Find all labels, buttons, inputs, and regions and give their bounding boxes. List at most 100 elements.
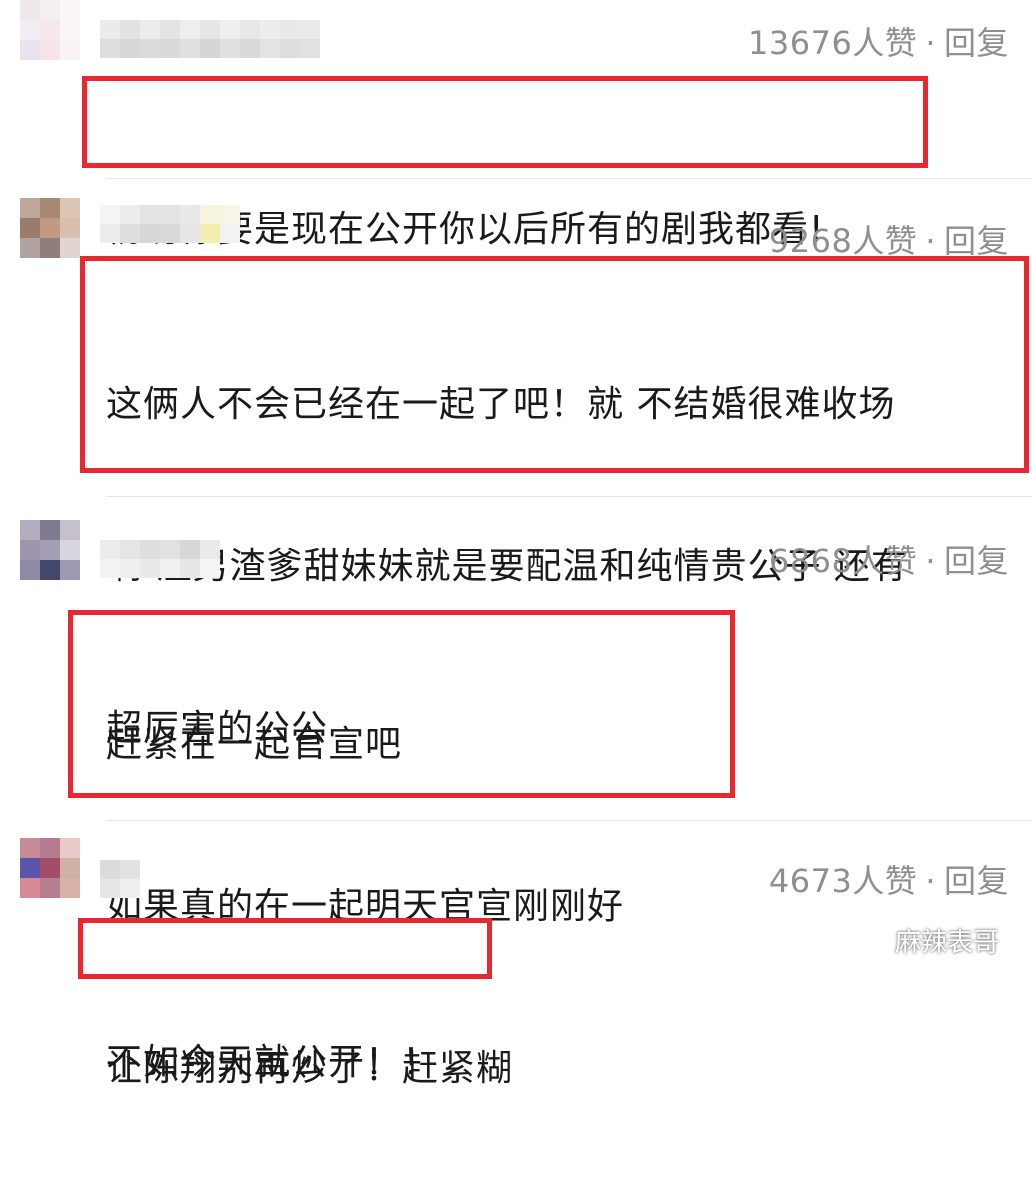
avatar-pixel (20, 838, 40, 858)
username-pixel (200, 205, 220, 224)
divider (106, 820, 1033, 821)
username-pixel (200, 559, 220, 578)
avatar-pixel (60, 198, 80, 218)
username-pixel (300, 39, 320, 58)
divider (106, 496, 1033, 497)
like-count[interactable]: 6868人赞 (769, 542, 917, 580)
username-pixel (100, 540, 120, 559)
username-pixel (120, 39, 140, 58)
comment-meta: 4673人赞 · 回复 (769, 856, 1009, 902)
avatar-pixel (40, 20, 60, 40)
avatar-pixel (40, 0, 60, 20)
username-pixel (140, 20, 160, 39)
username-pixel (160, 20, 180, 39)
avatar[interactable] (20, 838, 80, 898)
username-pixel (220, 224, 240, 243)
avatar-pixel (20, 520, 40, 540)
comment-line: 不如今天就公开！！ (106, 1042, 440, 1083)
username-pixel (140, 540, 160, 559)
username-pixel (100, 20, 120, 39)
avatar-pixel (40, 858, 60, 878)
avatar-pixel (60, 40, 80, 60)
username-pixel (180, 224, 200, 243)
username-blurred[interactable] (100, 860, 140, 898)
avatar-pixel (60, 520, 80, 540)
username-pixel (240, 20, 260, 39)
username-pixel (180, 39, 200, 58)
reply-button[interactable]: 回复 (944, 862, 1009, 900)
comment-line: 这俩人不会已经在一起了吧！就 不结婚很难收场 (106, 384, 896, 425)
username-pixel (120, 224, 140, 243)
like-count[interactable]: 4673人赞 (769, 862, 917, 900)
username-pixel (220, 20, 240, 39)
avatar-pixel (20, 198, 40, 218)
avatar[interactable] (20, 0, 80, 60)
watermark-text: 麻辣表哥 (894, 927, 999, 958)
avatar-pixel (40, 560, 60, 580)
like-count[interactable]: 13676人赞 (748, 24, 917, 62)
reply-button[interactable]: 回复 (944, 24, 1009, 62)
username-pixel (200, 39, 220, 58)
username-blurred[interactable] (100, 205, 240, 243)
username-pixel (300, 20, 320, 39)
username-pixel (200, 20, 220, 39)
separator: · (925, 222, 936, 260)
avatar-pixel (20, 40, 40, 60)
username-pixel (120, 20, 140, 39)
username-pixel (100, 879, 120, 898)
avatar-pixel (40, 238, 60, 258)
reply-button[interactable]: 回复 (944, 542, 1009, 580)
avatar-pixel (60, 838, 80, 858)
username-pixel (120, 860, 140, 879)
avatar-pixel (60, 878, 80, 898)
username-pixel (220, 39, 240, 58)
avatar-pixel (20, 0, 40, 20)
username-pixel (100, 559, 120, 578)
avatar-pixel (20, 560, 40, 580)
username-pixel (180, 205, 200, 224)
divider (106, 178, 1033, 179)
separator: · (925, 24, 936, 62)
avatar-pixel (60, 560, 80, 580)
username-pixel (140, 559, 160, 578)
avatar-pixel (60, 218, 80, 238)
username-pixel (120, 540, 140, 559)
avatar-pixel (60, 0, 80, 20)
username-pixel (180, 559, 200, 578)
avatar-pixel (40, 540, 60, 560)
username-pixel (140, 224, 160, 243)
separator: · (925, 862, 936, 900)
username-pixel (280, 20, 300, 39)
comment-text: 不如今天就公开！！ (106, 928, 439, 1198)
avatar-pixel (20, 878, 40, 898)
username-pixel (100, 860, 120, 879)
avatar-pixel (60, 20, 80, 40)
reply-button[interactable]: 回复 (944, 222, 1009, 260)
avatar-pixel (20, 238, 40, 258)
avatar-pixel (20, 218, 40, 238)
username-pixel (260, 20, 280, 39)
username-pixel (160, 540, 180, 559)
username-blurred[interactable] (100, 20, 320, 58)
watermark: 麻辣表哥 (847, 920, 999, 960)
username-blurred[interactable] (100, 540, 220, 578)
comment-meta: 6868人赞 · 回复 (769, 536, 1009, 582)
username-pixel (180, 540, 200, 559)
username-pixel (160, 39, 180, 58)
like-count[interactable]: 9268人赞 (769, 222, 917, 260)
username-pixel (120, 879, 140, 898)
separator: · (925, 542, 936, 580)
wechat-icon (847, 925, 886, 956)
username-pixel (200, 540, 220, 559)
username-pixel (200, 224, 220, 243)
avatar-pixel (60, 858, 80, 878)
username-pixel (280, 39, 300, 58)
comment-line: 赶紧在一起官宣吧 (106, 724, 403, 765)
avatar[interactable] (20, 198, 80, 258)
avatar-pixel (20, 858, 40, 878)
username-pixel (160, 224, 180, 243)
avatar-pixel (40, 520, 60, 540)
avatar[interactable] (20, 520, 80, 580)
username-pixel (260, 39, 280, 58)
username-pixel (160, 205, 180, 224)
